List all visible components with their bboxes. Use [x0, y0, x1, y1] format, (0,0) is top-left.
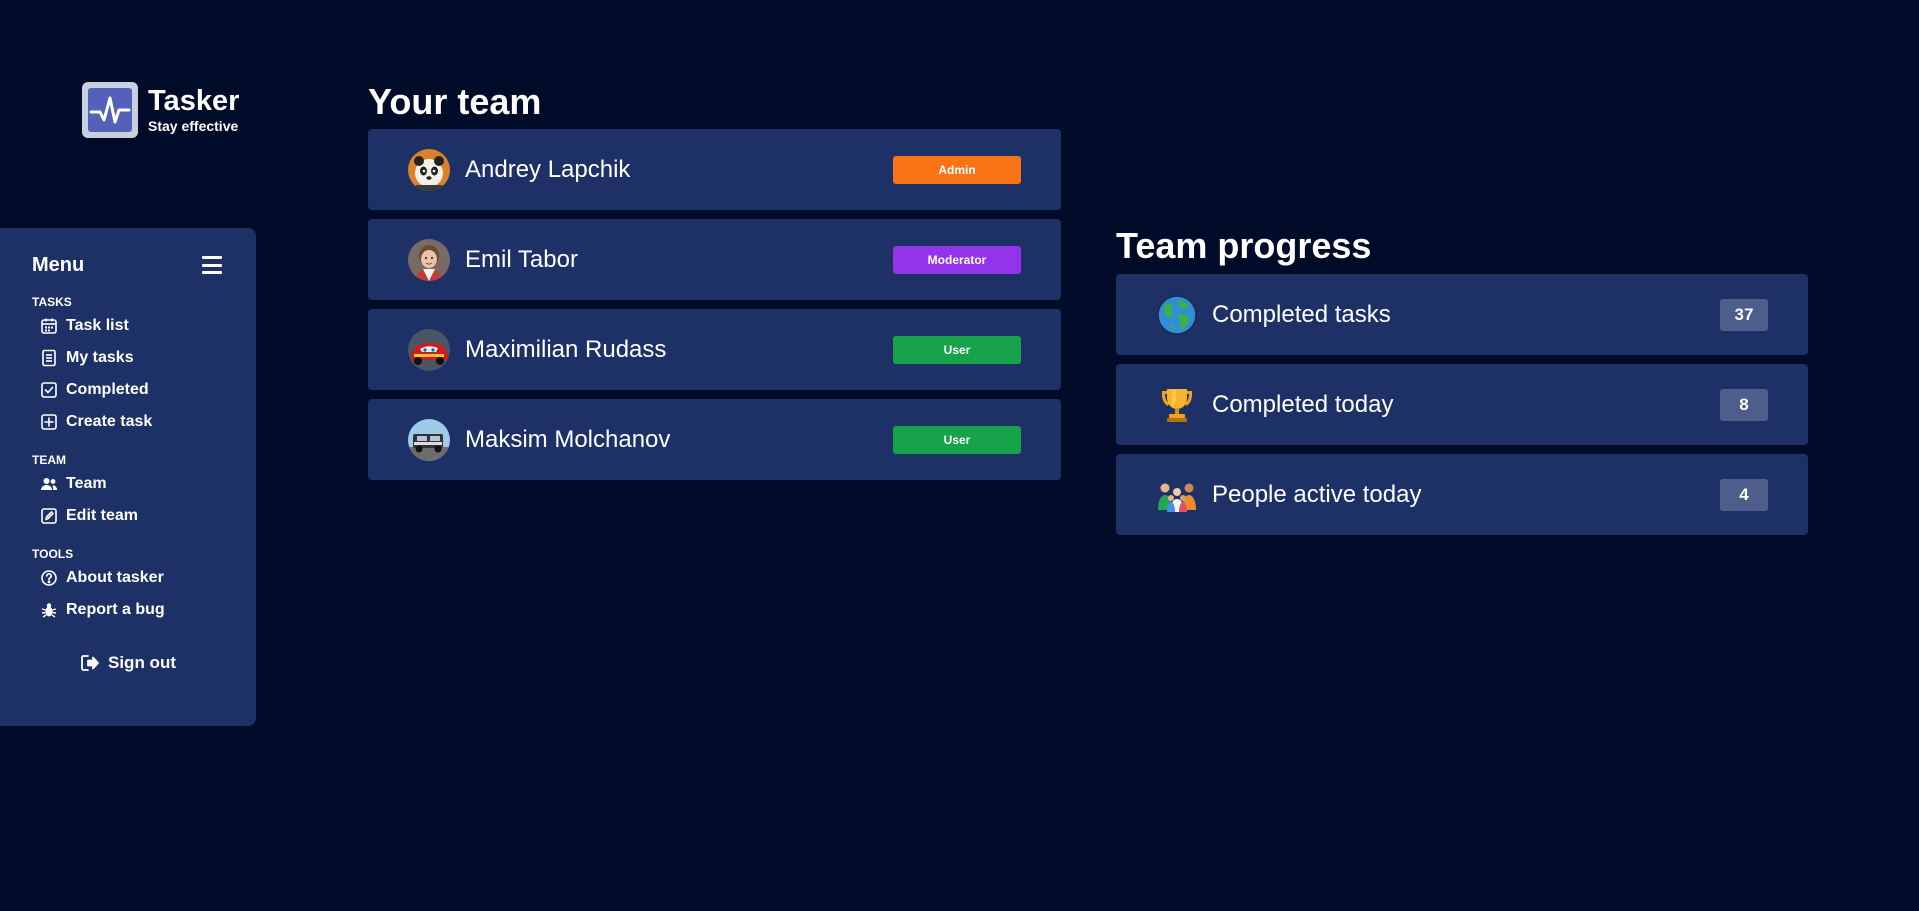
sidebar-item-edit-team[interactable]: Edit team — [32, 500, 224, 532]
stat-label: People active today — [1212, 480, 1422, 508]
sidebar-item-completed[interactable]: Completed — [32, 374, 224, 406]
team-section-title: Your team — [368, 81, 542, 122]
trophy-icon — [1156, 384, 1198, 426]
question-circle-icon — [40, 569, 58, 587]
section-title-tasks: TASKS — [32, 295, 72, 309]
sidebar-item-label: Completed — [66, 381, 149, 398]
progress-section-title: Team progress — [1116, 225, 1372, 266]
sidebar-item-label: Create task — [66, 413, 153, 430]
role-badge: User — [893, 335, 1021, 364]
child-avatar — [408, 238, 450, 281]
sidebar-item-label: My tasks — [66, 349, 134, 366]
role-badge: Admin — [893, 155, 1021, 184]
sidebar-item-label: Edit team — [66, 507, 139, 524]
app-logo[interactable]: Tasker Stay effective — [82, 82, 239, 138]
pulse-monitor-icon — [82, 82, 138, 138]
sidebar-item-task-list[interactable]: Task list — [32, 310, 224, 342]
sidebar-item-report-bug[interactable]: Report a bug — [32, 594, 224, 626]
hamburger-menu-icon[interactable] — [202, 256, 222, 274]
sidebar-item-label: About tasker — [66, 569, 164, 586]
app-tagline: Stay effective — [148, 118, 239, 134]
checkbox-icon — [40, 381, 58, 399]
stat-count-badge: 8 — [1720, 388, 1768, 421]
team-member-card[interactable]: Andrey Lapchik Admin — [368, 129, 1061, 210]
progress-list: Completed tasks 37 Completed today 8 Peo… — [1116, 274, 1808, 544]
bug-icon — [40, 601, 58, 619]
stat-label: Completed today — [1212, 390, 1394, 418]
people-icon — [40, 475, 58, 493]
team-member-card[interactable]: Maksim Molchanov User — [368, 399, 1061, 480]
team-list: Andrey Lapchik Admin Emil Tabor Moderato… — [368, 129, 1061, 489]
truck-avatar — [408, 418, 450, 461]
sidebar-item-create-task[interactable]: Create task — [32, 406, 224, 438]
member-name: Maksim Molchanov — [465, 425, 671, 453]
sign-out-label: Sign out — [108, 653, 176, 672]
stat-count-badge: 37 — [1720, 298, 1768, 331]
section-title-team: TEAM — [32, 453, 66, 467]
member-name: Maximilian Rudass — [465, 335, 667, 363]
member-name: Andrey Lapchik — [465, 155, 631, 183]
stat-card-people-active-today: People active today 4 — [1116, 454, 1808, 535]
menu-title: Menu — [32, 253, 85, 276]
red-car-avatar — [408, 328, 450, 371]
sidebar-item-my-tasks[interactable]: My tasks — [32, 342, 224, 374]
stat-card-completed-today: Completed today 8 — [1116, 364, 1808, 445]
sidebar-item-label: Report a bug — [66, 601, 165, 618]
app-name: Tasker — [148, 85, 240, 117]
role-badge: Moderator — [893, 245, 1021, 274]
sidebar-item-team[interactable]: Team — [32, 468, 224, 500]
team-member-card[interactable]: Emil Tabor Moderator — [368, 219, 1061, 300]
stat-count-badge: 4 — [1720, 478, 1768, 511]
family-icon — [1156, 474, 1198, 516]
calendar-icon — [40, 317, 58, 335]
panda-avatar — [408, 148, 450, 191]
document-icon — [40, 349, 58, 367]
member-name: Emil Tabor — [465, 245, 578, 273]
sidebar-item-label: Task list — [66, 317, 129, 334]
sidebar-item-about-tasker[interactable]: About tasker — [32, 562, 224, 594]
sign-out-icon — [81, 655, 99, 671]
stat-label: Completed tasks — [1212, 300, 1391, 328]
section-title-tools: TOOLS — [32, 547, 74, 561]
sidebar-item-label: Team — [66, 475, 107, 492]
sign-out-button[interactable]: Sign out — [32, 648, 224, 678]
plus-square-icon — [40, 413, 58, 431]
stat-card-completed-tasks: Completed tasks 37 — [1116, 274, 1808, 355]
globe-icon — [1156, 294, 1198, 336]
sidebar-menu: Menu TASKS Task list My tasks Completed … — [0, 228, 256, 726]
team-member-card[interactable]: Maximilian Rudass User — [368, 309, 1061, 390]
role-badge: User — [893, 425, 1021, 454]
edit-icon — [40, 507, 58, 525]
